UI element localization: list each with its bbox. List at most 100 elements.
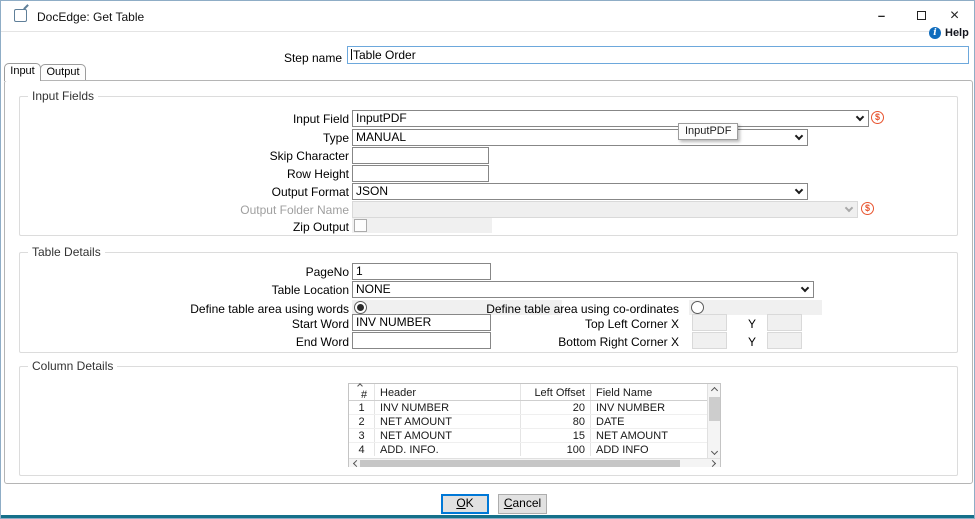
input-field-combobox[interactable]: InputPDF: [352, 110, 869, 127]
help-label: Help: [945, 27, 969, 39]
grid-row[interactable]: 3 NET AMOUNT 15 NET AMOUNT: [349, 429, 708, 443]
top-left-corner-label: Top Left Corner X: [431, 317, 679, 332]
cell-num: 3: [349, 430, 374, 442]
horizontal-scrollbar[interactable]: [349, 458, 720, 467]
group-input-fields-title: Input Fields: [28, 89, 98, 103]
cancel-button[interactable]: Cancel: [498, 494, 547, 514]
cell-left-offset: 15: [520, 430, 585, 442]
sort-ascending-icon: [357, 383, 363, 389]
output-format-value: JSON: [356, 184, 388, 198]
skip-character-label: Skip Character: [101, 149, 349, 164]
chevron-right-icon: [709, 460, 716, 467]
row-height-input[interactable]: [352, 165, 489, 182]
table-location-combobox[interactable]: NONE: [352, 281, 814, 298]
chevron-up-icon: [711, 387, 718, 394]
chevron-down-icon: [791, 185, 806, 198]
cell-num: 4: [349, 444, 374, 456]
bottom-right-y-input: [767, 332, 802, 349]
column-header-header[interactable]: Header: [380, 387, 510, 400]
define-coords-band: [689, 300, 822, 315]
cell-left-offset: 80: [520, 416, 585, 428]
column-details-grid: # Header Left Offset Field Name 1 INV NU…: [348, 383, 721, 467]
cell-left-offset: 20: [520, 402, 585, 414]
page-no-input[interactable]: 1: [352, 263, 491, 280]
cell-header: ADD. INFO.: [380, 444, 518, 456]
variable-icon[interactable]: $: [861, 202, 874, 215]
cancel-button-label: Cancel: [499, 495, 546, 512]
cell-header: INV NUMBER: [380, 402, 518, 414]
minimize-icon: –: [878, 8, 885, 23]
chevron-down-icon: [852, 112, 867, 125]
info-icon: i: [929, 27, 941, 39]
vertical-scroll-thumb[interactable]: [709, 397, 720, 421]
column-header-field-name[interactable]: Field Name: [596, 387, 701, 400]
horizontal-scroll-thumb[interactable]: [360, 460, 680, 467]
output-format-combobox[interactable]: JSON: [352, 183, 808, 200]
define-coords-radio[interactable]: [691, 301, 704, 314]
type-label: Type: [101, 131, 349, 146]
variable-icon[interactable]: $: [871, 111, 884, 124]
bottom-right-x-input: [692, 332, 727, 349]
cell-field-name: DATE: [596, 416, 706, 428]
window-title: DocEdge: Get Table: [37, 10, 144, 24]
column-header-left-offset[interactable]: Left Offset: [520, 387, 585, 400]
cell-field-name: ADD INFO: [596, 444, 706, 456]
output-folder-name-combobox: [352, 201, 858, 218]
output-folder-name-label: Output Folder Name: [101, 203, 349, 218]
row-height-label: Row Height: [101, 167, 349, 182]
grid-header-row: # Header Left Offset Field Name: [349, 384, 708, 401]
close-button[interactable]: ×: [939, 4, 970, 27]
app-icon: [14, 9, 27, 22]
minimize-button[interactable]: –: [866, 4, 897, 27]
end-word-label: End Word: [101, 335, 349, 350]
cell-left-offset: 100: [520, 444, 585, 456]
grid-row[interactable]: 1 INV NUMBER 20 INV NUMBER: [349, 401, 708, 415]
title-bar: DocEdge: Get Table – ×: [1, 1, 974, 31]
zip-output-label: Zip Output: [101, 220, 349, 235]
vertical-scrollbar[interactable]: [707, 384, 720, 458]
zip-output-checkbox[interactable]: [354, 219, 367, 232]
input-field-label: Input Field: [101, 112, 349, 127]
ok-button[interactable]: OK: [441, 494, 489, 514]
scroll-up-button[interactable]: [708, 384, 721, 395]
group-table-details-title: Table Details: [28, 245, 105, 259]
text-caret: [351, 49, 352, 60]
window-bottom-edge: [1, 515, 974, 518]
chevron-down-icon: [841, 203, 856, 216]
cell-field-name: NET AMOUNT: [596, 430, 706, 442]
maximize-icon: [917, 11, 926, 20]
chevron-left-icon: [353, 460, 360, 467]
maximize-button[interactable]: [906, 4, 937, 27]
tab-output[interactable]: Output: [40, 64, 86, 80]
define-words-label: Define table area using words: [101, 302, 349, 317]
input-field-tooltip: InputPDF: [678, 123, 738, 140]
cell-field-name: INV NUMBER: [596, 402, 706, 414]
type-value: MANUAL: [356, 130, 406, 144]
start-word-label: Start Word: [101, 317, 349, 332]
cell-header: NET AMOUNT: [380, 430, 518, 442]
grid-row[interactable]: 2 NET AMOUNT 80 DATE: [349, 415, 708, 429]
close-icon: ×: [950, 7, 959, 25]
type-combobox[interactable]: MANUAL: [352, 129, 808, 146]
grid-row[interactable]: 4 ADD. INFO. 100 ADD INFO: [349, 443, 708, 457]
help-link[interactable]: i Help: [929, 25, 973, 40]
chevron-down-icon: [791, 131, 806, 144]
ok-button-label: OK: [443, 496, 487, 511]
zip-output-band: [352, 218, 492, 233]
step-name-input[interactable]: Table Order: [347, 46, 969, 64]
define-words-radio[interactable]: [354, 301, 367, 314]
chevron-down-icon: [797, 283, 812, 296]
top-left-y-input: [767, 314, 802, 331]
scroll-down-button[interactable]: [708, 447, 721, 458]
top-left-x-input: [692, 314, 727, 331]
skip-character-input[interactable]: [352, 147, 489, 164]
titlebar-divider: [1, 31, 929, 32]
tab-input[interactable]: Input: [4, 63, 41, 81]
group-column-details-title: Column Details: [28, 359, 117, 373]
page-no-label: PageNo: [101, 265, 349, 280]
docedge-get-table-dialog: DocEdge: Get Table – × i Help Step name …: [0, 0, 975, 519]
scroll-right-button[interactable]: [707, 459, 720, 468]
cell-num: 1: [349, 402, 374, 414]
cell-num: 2: [349, 416, 374, 428]
step-name-value: Table Order: [353, 48, 416, 62]
